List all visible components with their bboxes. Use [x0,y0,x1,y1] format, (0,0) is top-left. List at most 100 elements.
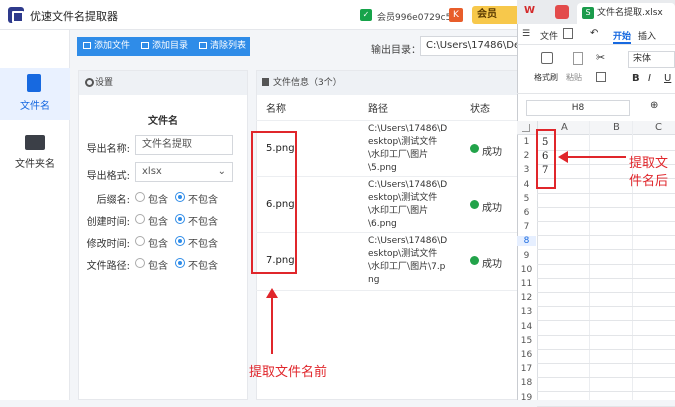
success-icon [470,200,479,209]
annotation-box-before [251,131,297,274]
radio-path-exclude[interactable] [175,258,185,268]
col-header-b[interactable]: B [613,122,620,133]
chevron-down-icon: ⌄ [217,166,226,177]
app-logo-icon [8,7,24,23]
radio-label: 包含 [148,217,168,228]
formula-divider [517,93,675,94]
format-painter-label[interactable]: 格式刷 [534,72,558,83]
grid-row-line [537,277,675,279]
cell-reference-box[interactable]: H8 [526,100,630,116]
option-label-ext: 后缀名: [96,195,130,206]
radio-path-include[interactable] [135,258,145,268]
row-header-12[interactable]: 12 [517,293,536,303]
radio-label: 不包含 [188,217,218,228]
bold-button[interactable]: B [632,73,640,84]
ribbon-tab-insert[interactable]: 插入 [638,29,656,42]
export-name-input[interactable]: 文件名提取 [135,135,233,155]
clear-list-button[interactable]: 清除列表 [193,37,250,56]
col-header-a[interactable]: A [561,122,568,133]
row-header-4[interactable]: 4 [517,180,536,190]
row-header-10[interactable]: 10 [517,265,536,275]
row1-path: C:\Users\17486\D esktop\测试文件 \水印工厂\图片\5.pn… [368,124,448,173]
col-header-c[interactable]: C [655,122,662,133]
option-label-path: 文件路径: [86,261,130,272]
scissors-icon[interactable]: ✂ [596,51,605,64]
grid-row-line [537,249,675,251]
col-header-status: 状态 [470,104,490,115]
add-dir-button[interactable]: 添加目录 [135,37,193,56]
radio-label: 包含 [148,195,168,206]
output-dir-label: 输出目录： [371,45,421,56]
row-header-18[interactable]: 18 [517,378,536,388]
row3-status: 成功 [482,259,502,270]
annotation-box-after [536,129,556,189]
radio-ext-include[interactable] [135,192,145,202]
italic-button[interactable]: I [648,73,651,84]
annotation-after-text-2: 件名后 [629,174,669,189]
pdf-icon[interactable] [555,5,569,19]
row-header-11[interactable]: 11 [517,279,536,289]
underline-button[interactable]: U [664,73,671,84]
radio-label: 不包含 [188,195,218,206]
grid-row-line [537,377,675,379]
output-dir-input[interactable]: C:\Users\17486\Desk [420,36,525,56]
radio-label: 不包含 [188,261,218,272]
row-header-1[interactable]: 1 [517,137,536,147]
success-icon [470,256,479,265]
row-header-15[interactable]: 15 [517,336,536,346]
col-header-path: 路径 [368,104,388,115]
row-header-13[interactable]: 13 [517,307,536,317]
export-format-select[interactable]: xlsx ⌄ [135,162,233,182]
export-name-label: 导出名称: [86,144,130,155]
add-file-button[interactable]: 添加文件 [77,37,135,56]
app-title: 优速文件名提取器 [30,10,118,23]
format-painter-icon[interactable] [541,52,553,64]
zoom-icon[interactable]: ⊕ [650,100,658,111]
row-header-9[interactable]: 9 [517,251,536,261]
paste-label[interactable]: 粘贴 [566,72,582,83]
row-header-3[interactable]: 3 [517,165,536,175]
folder-icon [25,135,45,150]
radio-modified-exclude[interactable] [175,236,185,246]
radio-modified-include[interactable] [135,236,145,246]
select-all-icon[interactable] [522,124,530,132]
wps-logo-icon[interactable]: W [524,5,538,19]
trash-icon [199,42,207,49]
row-header-5[interactable]: 5 [517,194,536,204]
annotation-after-text-1: 提取文 [629,156,669,171]
radio-ext-exclude[interactable] [175,192,185,202]
member-button[interactable]: 会员 [472,6,522,24]
settings-header: 设置 [79,71,247,95]
radio-label: 包含 [148,261,168,272]
row-header-16[interactable]: 16 [517,350,536,360]
export-format-label: 导出格式: [86,171,130,182]
font-select[interactable]: 宋体 [628,51,675,68]
file-icon [27,74,41,92]
menu-file[interactable]: 文件 [540,29,558,42]
radio-created-include[interactable] [135,214,145,224]
row-header-17[interactable]: 17 [517,364,536,374]
grid-row-line [537,306,675,308]
add-folder-icon [141,42,149,49]
grid-row-line [537,348,675,350]
nav-item-foldername[interactable]: 文件夹名 [0,155,70,170]
grid-row-line [537,334,675,336]
add-file-icon [83,42,91,49]
row-header-2[interactable]: 2 [517,151,536,161]
ribbon-divider [517,44,675,45]
menu-icon[interactable]: ☰ [522,29,530,39]
paste-icon[interactable] [573,52,583,65]
save-icon[interactable] [563,28,573,39]
copy-icon[interactable] [596,72,606,82]
row-header-7[interactable]: 7 [517,222,536,232]
ribbon-tab-start[interactable]: 开始 [613,29,632,44]
grid-row-line [537,206,675,208]
row-header-14[interactable]: 14 [517,322,536,332]
row-header-8[interactable]: 8 [517,236,536,247]
undo-icon[interactable]: ↶ [590,28,598,39]
radio-created-exclude[interactable] [175,214,185,224]
row-header-6[interactable]: 6 [517,208,536,218]
grid-row-line [537,192,675,194]
row-header-19[interactable]: 19 [517,393,536,403]
document-icon [262,78,269,86]
